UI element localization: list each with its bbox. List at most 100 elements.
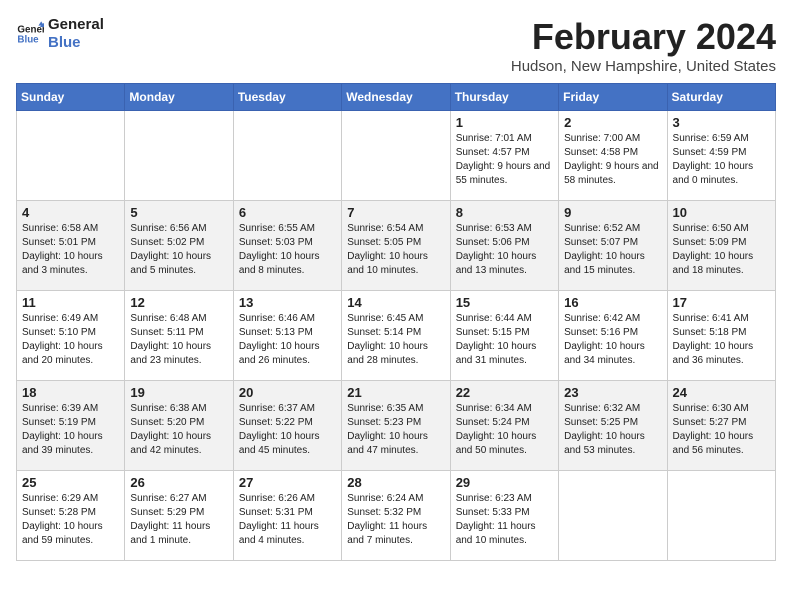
day-sunset: Sunset: 5:14 PM — [347, 327, 421, 338]
calendar-cell: 27 Sunrise: 6:26 AM Sunset: 5:31 PM Dayl… — [233, 471, 341, 561]
day-daylight: Daylight: 10 hours and 23 minutes. — [130, 341, 211, 366]
day-number: 21 — [347, 385, 444, 400]
day-daylight: Daylight: 10 hours and 42 minutes. — [130, 431, 211, 456]
day-number: 26 — [130, 475, 227, 490]
page-header: General Blue General Blue February 2024 … — [16, 16, 776, 75]
calendar-cell: 22 Sunrise: 6:34 AM Sunset: 5:24 PM Dayl… — [450, 381, 558, 471]
calendar-cell: 21 Sunrise: 6:35 AM Sunset: 5:23 PM Dayl… — [342, 381, 450, 471]
day-sunrise: Sunrise: 6:52 AM — [564, 223, 640, 234]
day-sunset: Sunset: 5:06 PM — [456, 237, 530, 248]
day-sunrise: Sunrise: 6:55 AM — [239, 223, 315, 234]
calendar-week-3: 18 Sunrise: 6:39 AM Sunset: 5:19 PM Dayl… — [17, 381, 776, 471]
day-number: 23 — [564, 385, 661, 400]
day-number: 8 — [456, 205, 553, 220]
calendar-cell — [125, 111, 233, 201]
day-daylight: Daylight: 10 hours and 47 minutes. — [347, 431, 428, 456]
day-number: 12 — [130, 295, 227, 310]
day-sunrise: Sunrise: 6:23 AM — [456, 493, 532, 504]
day-daylight: Daylight: 11 hours and 4 minutes. — [239, 521, 319, 546]
day-number: 11 — [22, 295, 119, 310]
day-number: 15 — [456, 295, 553, 310]
calendar-cell — [559, 471, 667, 561]
day-sunrise: Sunrise: 6:29 AM — [22, 493, 98, 504]
day-number: 22 — [456, 385, 553, 400]
day-sunset: Sunset: 4:59 PM — [673, 147, 747, 158]
header-saturday: Saturday — [667, 84, 775, 111]
header-friday: Friday — [559, 84, 667, 111]
day-sunset: Sunset: 5:31 PM — [239, 507, 313, 518]
calendar-cell: 11 Sunrise: 6:49 AM Sunset: 5:10 PM Dayl… — [17, 291, 125, 381]
day-daylight: Daylight: 10 hours and 39 minutes. — [22, 431, 103, 456]
day-number: 6 — [239, 205, 336, 220]
calendar-cell — [667, 471, 775, 561]
day-sunset: Sunset: 5:18 PM — [673, 327, 747, 338]
day-sunrise: Sunrise: 6:49 AM — [22, 313, 98, 324]
day-number: 28 — [347, 475, 444, 490]
calendar-cell: 24 Sunrise: 6:30 AM Sunset: 5:27 PM Dayl… — [667, 381, 775, 471]
day-sunset: Sunset: 5:27 PM — [673, 417, 747, 428]
calendar-cell: 20 Sunrise: 6:37 AM Sunset: 5:22 PM Dayl… — [233, 381, 341, 471]
day-sunrise: Sunrise: 6:38 AM — [130, 403, 206, 414]
calendar-cell: 18 Sunrise: 6:39 AM Sunset: 5:19 PM Dayl… — [17, 381, 125, 471]
day-sunrise: Sunrise: 6:34 AM — [456, 403, 532, 414]
header-sunday: Sunday — [17, 84, 125, 111]
day-daylight: Daylight: 10 hours and 3 minutes. — [22, 251, 103, 276]
day-sunset: Sunset: 4:58 PM — [564, 147, 638, 158]
day-number: 18 — [22, 385, 119, 400]
day-number: 13 — [239, 295, 336, 310]
day-sunset: Sunset: 5:28 PM — [22, 507, 96, 518]
calendar-cell: 25 Sunrise: 6:29 AM Sunset: 5:28 PM Dayl… — [17, 471, 125, 561]
day-daylight: Daylight: 10 hours and 31 minutes. — [456, 341, 537, 366]
day-daylight: Daylight: 10 hours and 26 minutes. — [239, 341, 320, 366]
day-sunrise: Sunrise: 6:32 AM — [564, 403, 640, 414]
day-sunrise: Sunrise: 6:30 AM — [673, 403, 749, 414]
calendar-cell: 1 Sunrise: 7:01 AM Sunset: 4:57 PM Dayli… — [450, 111, 558, 201]
day-sunset: Sunset: 5:33 PM — [456, 507, 530, 518]
calendar-cell: 12 Sunrise: 6:48 AM Sunset: 5:11 PM Dayl… — [125, 291, 233, 381]
day-daylight: Daylight: 10 hours and 10 minutes. — [347, 251, 428, 276]
day-sunset: Sunset: 5:02 PM — [130, 237, 204, 248]
day-number: 19 — [130, 385, 227, 400]
day-sunset: Sunset: 5:03 PM — [239, 237, 313, 248]
calendar-week-4: 25 Sunrise: 6:29 AM Sunset: 5:28 PM Dayl… — [17, 471, 776, 561]
day-sunset: Sunset: 5:22 PM — [239, 417, 313, 428]
day-sunrise: Sunrise: 6:48 AM — [130, 313, 206, 324]
day-sunset: Sunset: 5:20 PM — [130, 417, 204, 428]
day-sunset: Sunset: 5:24 PM — [456, 417, 530, 428]
day-sunrise: Sunrise: 6:27 AM — [130, 493, 206, 504]
day-sunset: Sunset: 5:29 PM — [130, 507, 204, 518]
day-daylight: Daylight: 10 hours and 28 minutes. — [347, 341, 428, 366]
day-sunrise: Sunrise: 6:26 AM — [239, 493, 315, 504]
day-sunset: Sunset: 5:05 PM — [347, 237, 421, 248]
day-sunset: Sunset: 5:09 PM — [673, 237, 747, 248]
day-daylight: Daylight: 10 hours and 59 minutes. — [22, 521, 103, 546]
day-daylight: Daylight: 10 hours and 18 minutes. — [673, 251, 754, 276]
calendar-table: Sunday Monday Tuesday Wednesday Thursday… — [16, 83, 776, 561]
day-sunset: Sunset: 5:19 PM — [22, 417, 96, 428]
day-daylight: Daylight: 9 hours and 58 minutes. — [564, 161, 659, 186]
logo: General Blue General Blue — [16, 16, 104, 52]
calendar-cell: 15 Sunrise: 6:44 AM Sunset: 5:15 PM Dayl… — [450, 291, 558, 381]
day-sunrise: Sunrise: 6:59 AM — [673, 133, 749, 144]
day-sunrise: Sunrise: 6:44 AM — [456, 313, 532, 324]
calendar-week-1: 4 Sunrise: 6:58 AM Sunset: 5:01 PM Dayli… — [17, 201, 776, 291]
calendar-cell: 26 Sunrise: 6:27 AM Sunset: 5:29 PM Dayl… — [125, 471, 233, 561]
day-daylight: Daylight: 11 hours and 1 minute. — [130, 521, 210, 546]
day-daylight: Daylight: 10 hours and 56 minutes. — [673, 431, 754, 456]
svg-text:Blue: Blue — [17, 34, 39, 45]
day-number: 10 — [673, 205, 770, 220]
calendar-cell: 17 Sunrise: 6:41 AM Sunset: 5:18 PM Dayl… — [667, 291, 775, 381]
month-title: February 2024 — [511, 16, 776, 58]
day-daylight: Daylight: 10 hours and 13 minutes. — [456, 251, 537, 276]
day-sunrise: Sunrise: 6:35 AM — [347, 403, 423, 414]
day-number: 4 — [22, 205, 119, 220]
day-number: 17 — [673, 295, 770, 310]
day-number: 3 — [673, 115, 770, 130]
calendar-header: Sunday Monday Tuesday Wednesday Thursday… — [17, 84, 776, 111]
calendar-cell: 28 Sunrise: 6:24 AM Sunset: 5:32 PM Dayl… — [342, 471, 450, 561]
calendar-cell: 7 Sunrise: 6:54 AM Sunset: 5:05 PM Dayli… — [342, 201, 450, 291]
day-sunset: Sunset: 5:25 PM — [564, 417, 638, 428]
day-number: 24 — [673, 385, 770, 400]
calendar-cell: 5 Sunrise: 6:56 AM Sunset: 5:02 PM Dayli… — [125, 201, 233, 291]
logo-icon: General Blue — [16, 20, 44, 48]
